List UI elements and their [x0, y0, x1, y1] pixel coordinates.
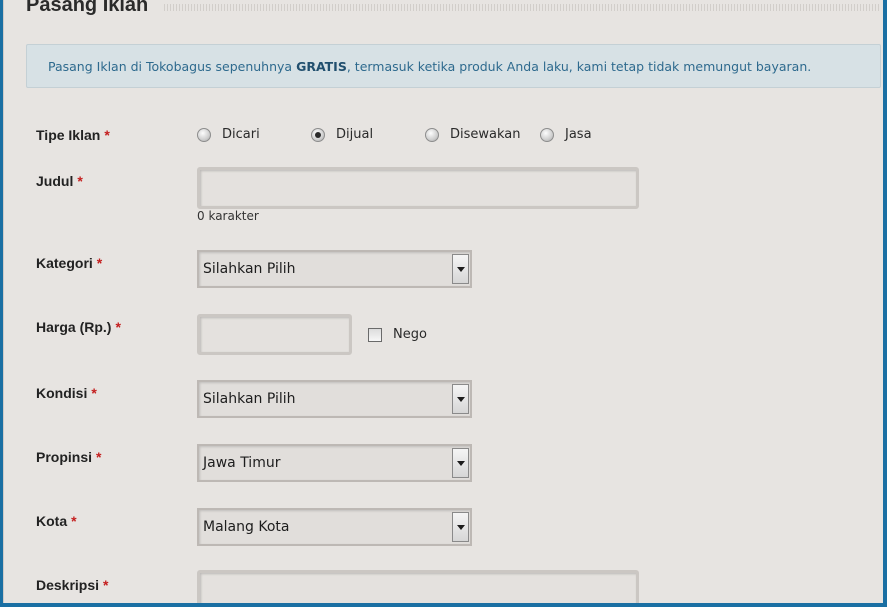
radio-button-jasa[interactable] — [540, 128, 554, 142]
required-mark: * — [115, 319, 121, 335]
required-mark: * — [71, 513, 77, 529]
propinsi-selected-value: Jawa Timur — [203, 455, 281, 471]
radio-label-dicari[interactable]: Dicari — [222, 127, 260, 142]
chevron-down-icon[interactable] — [452, 254, 469, 284]
page-title: Pasang Iklan — [26, 0, 149, 16]
kondisi-label: Kondisi * — [36, 385, 97, 401]
kategori-select[interactable]: Silahkan Pilih — [197, 250, 472, 288]
radio-button-dijual[interactable] — [311, 128, 325, 142]
propinsi-label-text: Propinsi — [36, 449, 93, 465]
required-mark: * — [96, 449, 102, 465]
tipe-iklan-label-text: Tipe Iklan — [36, 127, 101, 143]
notice-emphasis: GRATIS — [296, 59, 347, 74]
radio-button-disewakan[interactable] — [425, 128, 439, 142]
required-mark: * — [103, 577, 109, 593]
deskripsi-label-text: Deskripsi — [36, 577, 100, 593]
kategori-label-text: Kategori — [36, 255, 93, 271]
required-mark: * — [104, 127, 110, 143]
radio-label-dijual[interactable]: Dijual — [336, 127, 373, 142]
nego-checkbox[interactable] — [368, 328, 382, 342]
kota-label: Kota * — [36, 513, 77, 529]
notice-text-start: Pasang Iklan di Tokobagus sepenuhnya — [48, 59, 297, 74]
title-divider — [164, 4, 881, 11]
radio-label-jasa[interactable]: Jasa — [565, 127, 592, 142]
chevron-down-icon[interactable] — [452, 512, 469, 542]
radio-button-dicari[interactable] — [197, 128, 211, 142]
harga-input[interactable] — [197, 314, 352, 355]
tipe-iklan-label: Tipe Iklan * — [36, 127, 110, 143]
kondisi-select[interactable]: Silahkan Pilih — [197, 380, 472, 418]
harga-label-text: Harga (Rp.) — [36, 319, 112, 335]
kondisi-label-text: Kondisi — [36, 385, 88, 401]
kategori-label: Kategori * — [36, 255, 102, 271]
kondisi-selected-value: Silahkan Pilih — [203, 391, 296, 407]
form-panel: Pasang Iklan Pasang Iklan di Tokobagus s… — [3, 0, 883, 603]
chevron-down-icon[interactable] — [452, 448, 469, 478]
required-mark: * — [91, 385, 97, 401]
chevron-down-icon[interactable] — [452, 384, 469, 414]
judul-char-count: 0 karakter — [197, 209, 259, 223]
judul-label-text: Judul — [36, 173, 74, 189]
kota-select[interactable]: Malang Kota — [197, 508, 472, 546]
propinsi-label: Propinsi * — [36, 449, 101, 465]
kota-selected-value: Malang Kota — [203, 519, 290, 535]
nego-label[interactable]: Nego — [393, 327, 427, 342]
kota-label-text: Kota — [36, 513, 68, 529]
info-notice: Pasang Iklan di Tokobagus sepenuhnya GRA… — [26, 44, 881, 88]
judul-input[interactable] — [197, 167, 639, 209]
deskripsi-textarea[interactable] — [197, 570, 639, 603]
judul-label: Judul * — [36, 173, 83, 189]
radio-label-disewakan[interactable]: Disewakan — [450, 127, 521, 142]
required-mark: * — [77, 173, 83, 189]
notice-text-end: , termasuk ketika produk Anda laku, kami… — [346, 59, 812, 74]
harga-label: Harga (Rp.) * — [36, 319, 121, 335]
kategori-selected-value: Silahkan Pilih — [203, 261, 296, 277]
deskripsi-label: Deskripsi * — [36, 577, 109, 593]
propinsi-select[interactable]: Jawa Timur — [197, 444, 472, 482]
required-mark: * — [96, 255, 103, 271]
